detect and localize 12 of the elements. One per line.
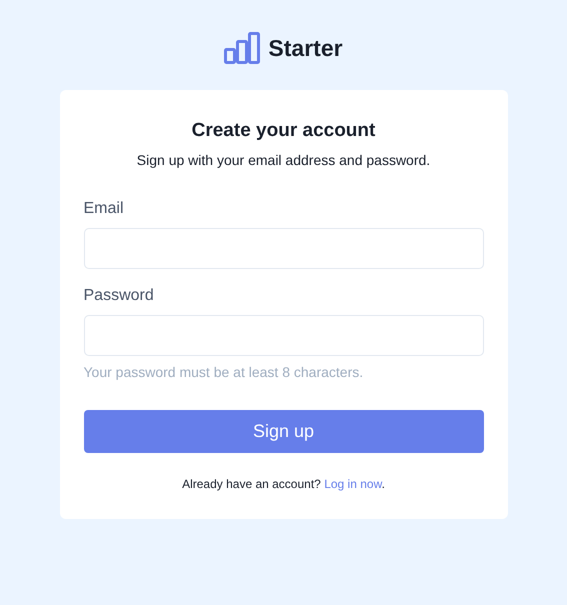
input-field[interactable] [84,228,484,269]
brand-name: Starter [268,34,343,62]
field-label: Email [84,200,124,218]
card-title: Create your account [190,120,376,142]
signup-button[interactable]: Sign up [84,410,484,453]
field-label: Password [84,287,154,305]
login-prompt: Already have an account? Log in now. [181,477,386,491]
card-subtitle: Sign up with your email address and password. [136,152,432,168]
bar-chart-icon [224,32,260,64]
input-field[interactable] [84,315,484,356]
field-hint: Your password must be at least 8 characters. [84,364,364,380]
login-link[interactable]: Log in now [324,477,382,491]
